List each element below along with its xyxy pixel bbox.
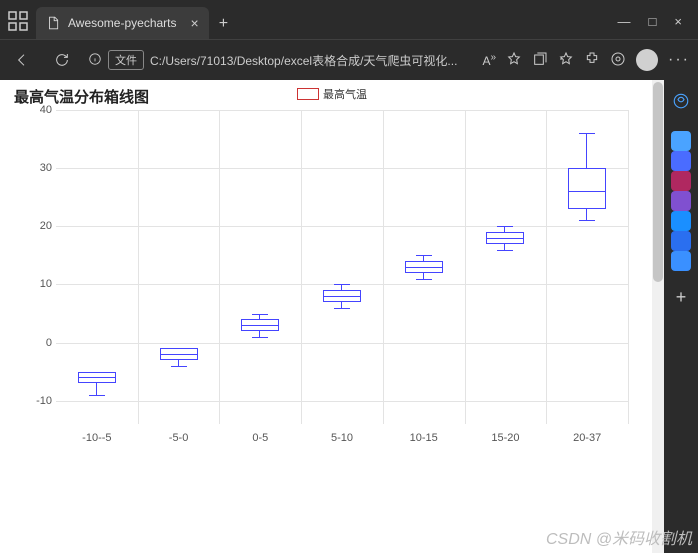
x-tick-label: 20-37	[573, 432, 601, 444]
edge-sidebar: +	[664, 80, 698, 553]
toolbar: 文件 C:/Users/71013/Desktop/excel表格合成/天气爬虫…	[0, 40, 698, 80]
sidebar-app-6[interactable]	[671, 251, 691, 271]
x-tick-label: 10-15	[410, 432, 438, 444]
window-controls: — □ ×	[606, 14, 694, 39]
maximize-button[interactable]: □	[649, 14, 657, 29]
sidebar-app-2[interactable]	[671, 171, 691, 191]
workspace-icon[interactable]	[6, 9, 30, 33]
y-tick-label: -10	[22, 395, 52, 407]
performance-icon[interactable]	[610, 51, 626, 70]
info-icon[interactable]	[88, 52, 102, 69]
page-content: 最高气温分布箱线图 最高气温 -10010203040-10--5-5-00-5…	[0, 80, 664, 553]
sidebar-app-3[interactable]	[671, 191, 691, 211]
copilot-icon[interactable]	[672, 92, 690, 115]
titlebar: Awesome-pyecharts × + — □ ×	[0, 0, 698, 40]
legend-marker	[297, 88, 319, 100]
scrollbar-thumb[interactable]	[653, 82, 663, 282]
favorites-icon[interactable]	[558, 51, 574, 70]
url-bar[interactable]: 文件 C:/Users/71013/Desktop/excel表格合成/天气爬虫…	[88, 50, 470, 70]
y-tick-label: 30	[22, 162, 52, 174]
scrollbar[interactable]	[652, 80, 664, 553]
sidebar-app-4[interactable]	[671, 211, 691, 231]
x-tick-label: -10--5	[82, 432, 111, 444]
watermark: CSDN @米码收割机	[546, 525, 692, 549]
page-icon	[46, 16, 60, 30]
legend-label: 最高气温	[323, 86, 367, 102]
x-tick-label: 0-5	[252, 432, 268, 444]
read-aloud-icon[interactable]: A»	[482, 52, 496, 68]
sidebar-app-1[interactable]	[671, 151, 691, 171]
more-menu-button[interactable]: ···	[668, 51, 690, 69]
sidebar-app-5[interactable]	[671, 231, 691, 251]
url-text: C:/Users/71013/Desktop/excel表格合成/天气爬虫可视化…	[150, 52, 457, 69]
y-tick-label: 20	[22, 220, 52, 232]
x-tick-label: 15-20	[491, 432, 519, 444]
chart-area: -10010203040-10--5-5-00-55-1010-1515-202…	[10, 110, 654, 450]
back-button[interactable]	[8, 46, 36, 74]
y-tick-label: 10	[22, 278, 52, 290]
y-tick-label: 40	[22, 104, 52, 116]
x-tick-label: 5-10	[331, 432, 353, 444]
url-scheme-badge: 文件	[108, 50, 144, 70]
profile-avatar[interactable]	[636, 49, 658, 71]
minimize-button[interactable]: —	[618, 14, 631, 29]
new-tab-button[interactable]: +	[209, 15, 238, 39]
close-tab-icon[interactable]: ×	[191, 15, 199, 31]
browser-tab[interactable]: Awesome-pyecharts ×	[36, 7, 209, 39]
collections-icon[interactable]	[532, 51, 548, 70]
legend[interactable]: 最高气温	[297, 86, 367, 102]
tab-title: Awesome-pyecharts	[68, 16, 177, 30]
close-window-button[interactable]: ×	[674, 14, 682, 29]
star-icon[interactable]	[506, 51, 522, 70]
refresh-button[interactable]	[48, 46, 76, 74]
extensions-icon[interactable]	[584, 51, 600, 70]
y-tick-label: 0	[22, 337, 52, 349]
x-tick-label: -5-0	[169, 432, 189, 444]
sidebar-app-0[interactable]	[671, 131, 691, 151]
sidebar-add-button[interactable]: +	[676, 287, 687, 308]
